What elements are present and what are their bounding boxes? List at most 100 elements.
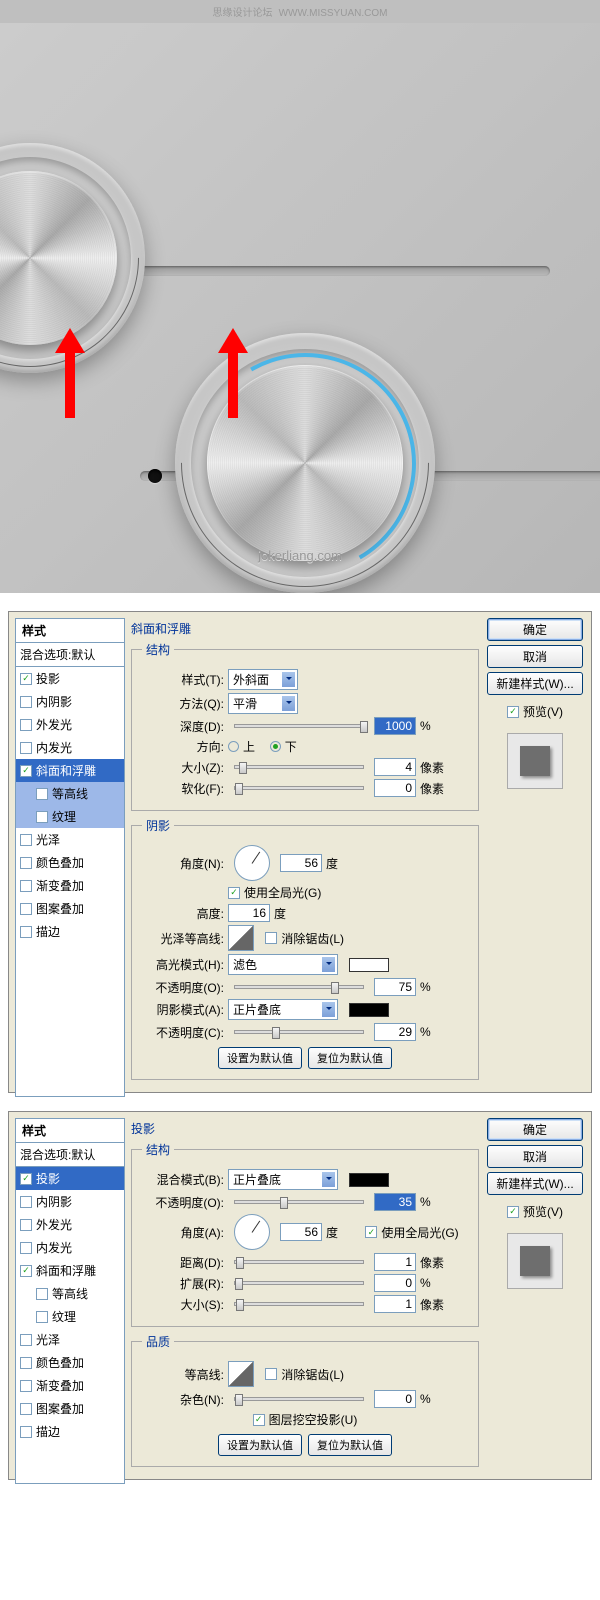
- highlight-mode-select[interactable]: 滤色: [228, 954, 338, 975]
- shadow-opacity-input[interactable]: 29: [374, 1023, 416, 1041]
- style-contour[interactable]: 等高线: [16, 782, 124, 805]
- style-bevel-emboss[interactable]: 斜面和浮雕: [16, 1259, 124, 1282]
- soften-input[interactable]: 0: [374, 779, 416, 797]
- checkbox-icon[interactable]: [36, 1288, 48, 1300]
- style-bevel-emboss[interactable]: 斜面和浮雕: [16, 759, 124, 782]
- checkbox-icon[interactable]: [20, 880, 32, 892]
- distance-input[interactable]: 1: [374, 1253, 416, 1271]
- checkbox-icon[interactable]: [20, 834, 32, 846]
- style-satin[interactable]: 光泽: [16, 1328, 124, 1351]
- style-outer-glow[interactable]: 外发光: [16, 1213, 124, 1236]
- checkbox-icon[interactable]: [20, 857, 32, 869]
- blend-options-default[interactable]: 混合选项:默认: [15, 1143, 125, 1167]
- style-gradient-overlay[interactable]: 渐变叠加: [16, 874, 124, 897]
- style-inner-glow[interactable]: 内发光: [16, 736, 124, 759]
- angle-dial[interactable]: [234, 845, 270, 881]
- checkbox-icon[interactable]: [20, 696, 32, 708]
- checkbox-icon[interactable]: [20, 1196, 32, 1208]
- checkbox-icon[interactable]: [36, 1311, 48, 1323]
- checkbox-icon[interactable]: [20, 742, 32, 754]
- size-input[interactable]: 1: [374, 1295, 416, 1313]
- size-slider[interactable]: [234, 765, 364, 769]
- knockout-checkbox[interactable]: [253, 1414, 265, 1426]
- checkbox-icon[interactable]: [20, 1403, 32, 1415]
- new-style-button[interactable]: 新建样式(W)...: [487, 1172, 583, 1195]
- cancel-button[interactable]: 取消: [487, 1145, 583, 1168]
- global-light-checkbox[interactable]: [228, 887, 240, 899]
- highlight-opacity-input[interactable]: 75: [374, 978, 416, 996]
- checkbox-icon[interactable]: [20, 1380, 32, 1392]
- checkbox-icon[interactable]: [36, 811, 48, 823]
- highlight-opacity-slider[interactable]: [234, 985, 364, 989]
- reset-default-button[interactable]: 复位为默认值: [308, 1434, 392, 1456]
- preview-checkbox[interactable]: [507, 706, 519, 718]
- shadow-color-swatch[interactable]: [349, 1173, 389, 1187]
- altitude-input[interactable]: 16: [228, 904, 270, 922]
- checkbox-icon[interactable]: [20, 1357, 32, 1369]
- checkbox-icon[interactable]: [20, 1265, 32, 1277]
- style-select[interactable]: 外斜面: [228, 669, 298, 690]
- checkbox-icon[interactable]: [20, 719, 32, 731]
- checkbox-icon[interactable]: [20, 903, 32, 915]
- checkbox-icon[interactable]: [20, 1219, 32, 1231]
- global-light-checkbox[interactable]: [365, 1226, 377, 1238]
- style-drop-shadow[interactable]: 投影: [16, 667, 124, 690]
- style-gradient-overlay[interactable]: 渐变叠加: [16, 1374, 124, 1397]
- ok-button[interactable]: 确定: [487, 1118, 583, 1141]
- shadow-opacity-slider[interactable]: [234, 1030, 364, 1034]
- style-satin[interactable]: 光泽: [16, 828, 124, 851]
- soften-slider[interactable]: [234, 786, 364, 790]
- angle-input[interactable]: 56: [280, 854, 322, 872]
- new-style-button[interactable]: 新建样式(W)...: [487, 672, 583, 695]
- style-stroke[interactable]: 描边: [16, 1420, 124, 1443]
- ok-button[interactable]: 确定: [487, 618, 583, 641]
- style-color-overlay[interactable]: 颜色叠加: [16, 851, 124, 874]
- checkbox-icon[interactable]: [20, 1334, 32, 1346]
- direction-up-radio[interactable]: [228, 741, 239, 752]
- depth-input[interactable]: 1000: [374, 717, 416, 735]
- contour-picker[interactable]: [228, 1361, 254, 1387]
- noise-input[interactable]: 0: [374, 1390, 416, 1408]
- checkbox-icon[interactable]: [20, 1173, 32, 1185]
- style-inner-glow[interactable]: 内发光: [16, 1236, 124, 1259]
- distance-slider[interactable]: [234, 1260, 364, 1264]
- antialias-checkbox[interactable]: [265, 1368, 277, 1380]
- reset-default-button[interactable]: 复位为默认值: [308, 1047, 392, 1069]
- style-drop-shadow[interactable]: 投影: [16, 1167, 124, 1190]
- style-color-overlay[interactable]: 颜色叠加: [16, 1351, 124, 1374]
- style-contour[interactable]: 等高线: [16, 1282, 124, 1305]
- noise-slider[interactable]: [234, 1397, 364, 1401]
- make-default-button[interactable]: 设置为默认值: [218, 1047, 302, 1069]
- style-inner-shadow[interactable]: 内阴影: [16, 690, 124, 713]
- gloss-contour-picker[interactable]: [228, 925, 254, 951]
- preview-checkbox[interactable]: [507, 1206, 519, 1218]
- cancel-button[interactable]: 取消: [487, 645, 583, 668]
- method-select[interactable]: 平滑: [228, 693, 298, 714]
- checkbox-icon[interactable]: [20, 926, 32, 938]
- style-inner-shadow[interactable]: 内阴影: [16, 1190, 124, 1213]
- spread-slider[interactable]: [234, 1281, 364, 1285]
- style-stroke[interactable]: 描边: [16, 920, 124, 943]
- blend-mode-select[interactable]: 正片叠底: [228, 1169, 338, 1190]
- checkbox-icon[interactable]: [20, 1426, 32, 1438]
- size-slider[interactable]: [234, 1302, 364, 1306]
- opacity-slider[interactable]: [234, 1200, 364, 1204]
- checkbox-icon[interactable]: [20, 765, 32, 777]
- checkbox-icon[interactable]: [20, 1242, 32, 1254]
- style-outer-glow[interactable]: 外发光: [16, 713, 124, 736]
- style-pattern-overlay[interactable]: 图案叠加: [16, 897, 124, 920]
- make-default-button[interactable]: 设置为默认值: [218, 1434, 302, 1456]
- highlight-color-swatch[interactable]: [349, 958, 389, 972]
- depth-slider[interactable]: [234, 724, 364, 728]
- shadow-mode-select[interactable]: 正片叠底: [228, 999, 338, 1020]
- checkbox-icon[interactable]: [20, 673, 32, 685]
- angle-input[interactable]: 56: [280, 1223, 322, 1241]
- size-input[interactable]: 4: [374, 758, 416, 776]
- spread-input[interactable]: 0: [374, 1274, 416, 1292]
- style-texture[interactable]: 纹理: [16, 1305, 124, 1328]
- shadow-color-swatch[interactable]: [349, 1003, 389, 1017]
- opacity-input[interactable]: 35: [374, 1193, 416, 1211]
- blend-options-default[interactable]: 混合选项:默认: [15, 643, 125, 667]
- direction-down-radio[interactable]: [270, 741, 281, 752]
- style-pattern-overlay[interactable]: 图案叠加: [16, 1397, 124, 1420]
